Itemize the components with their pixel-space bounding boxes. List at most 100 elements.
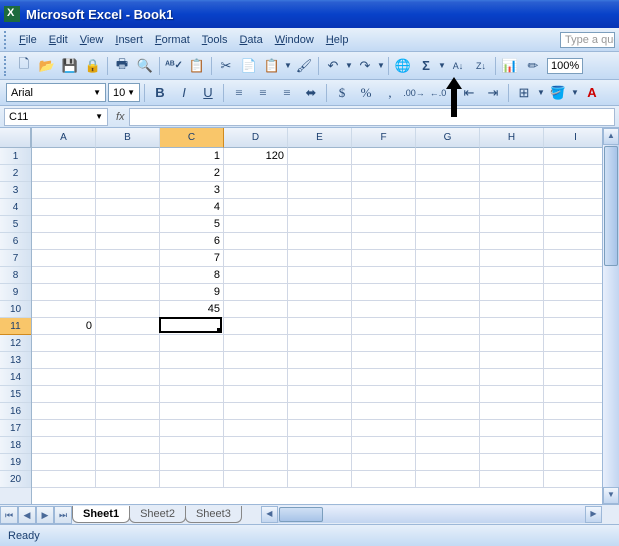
drawing-button[interactable]: ✏ — [522, 55, 544, 77]
scroll-left-button[interactable]: ◀ — [261, 506, 278, 523]
cell-I10[interactable] — [544, 301, 602, 318]
col-header-E[interactable]: E — [288, 128, 352, 148]
font-color-button[interactable]: A — [581, 82, 603, 104]
cell-C2[interactable]: 2 — [160, 165, 224, 182]
cell-I6[interactable] — [544, 233, 602, 250]
borders-dropdown[interactable]: ▼ — [537, 88, 545, 97]
cell-D1[interactable]: 120 — [224, 148, 288, 165]
cell-I5[interactable] — [544, 216, 602, 233]
cell-B10[interactable] — [96, 301, 160, 318]
col-header-A[interactable]: A — [32, 128, 96, 148]
scroll-down-button[interactable]: ▼ — [603, 487, 619, 504]
cell-B16[interactable] — [96, 403, 160, 420]
name-box[interactable]: C11▼ — [4, 108, 108, 126]
cell-A17[interactable] — [32, 420, 96, 437]
cell-B7[interactable] — [96, 250, 160, 267]
cell-H3[interactable] — [480, 182, 544, 199]
cell-B11[interactable] — [96, 318, 160, 335]
cell-H16[interactable] — [480, 403, 544, 420]
scroll-right-button[interactable]: ▶ — [585, 506, 602, 523]
cell-B6[interactable] — [96, 233, 160, 250]
row-header-14[interactable]: 14 — [0, 369, 31, 386]
cell-G17[interactable] — [416, 420, 480, 437]
sheet-tab-sheet3[interactable]: Sheet3 — [185, 506, 242, 523]
cell-A3[interactable] — [32, 182, 96, 199]
cell-A14[interactable] — [32, 369, 96, 386]
row-header-17[interactable]: 17 — [0, 420, 31, 437]
cell-G4[interactable] — [416, 199, 480, 216]
cell-D3[interactable] — [224, 182, 288, 199]
row-header-8[interactable]: 8 — [0, 267, 31, 284]
cell-A18[interactable] — [32, 437, 96, 454]
last-sheet-button[interactable]: ⏭ — [54, 506, 72, 524]
increase-indent-button[interactable]: ⇥ — [482, 82, 504, 104]
cell-D16[interactable] — [224, 403, 288, 420]
cell-B1[interactable] — [96, 148, 160, 165]
row-header-7[interactable]: 7 — [0, 250, 31, 267]
sheet-tab-sheet1[interactable]: Sheet1 — [72, 506, 130, 523]
cell-C3[interactable]: 3 — [160, 182, 224, 199]
cell-H5[interactable] — [480, 216, 544, 233]
new-button[interactable]: 🗋 — [13, 55, 35, 77]
cell-H18[interactable] — [480, 437, 544, 454]
cell-F1[interactable] — [352, 148, 416, 165]
cell-E8[interactable] — [288, 267, 352, 284]
cell-B17[interactable] — [96, 420, 160, 437]
decrease-indent-button[interactable]: ⇤ — [458, 82, 480, 104]
cell-G8[interactable] — [416, 267, 480, 284]
row-header-2[interactable]: 2 — [0, 165, 31, 182]
sort-desc-button[interactable]: Z↓ — [470, 55, 492, 77]
undo-dropdown[interactable]: ▼ — [345, 61, 353, 70]
cell-F15[interactable] — [352, 386, 416, 403]
fx-icon[interactable]: fx — [112, 111, 129, 123]
cell-F16[interactable] — [352, 403, 416, 420]
cell-B12[interactable] — [96, 335, 160, 352]
cell-I2[interactable] — [544, 165, 602, 182]
cell-E17[interactable] — [288, 420, 352, 437]
cell-I19[interactable] — [544, 454, 602, 471]
zoom-input[interactable]: 100% — [547, 58, 583, 74]
cell-A7[interactable] — [32, 250, 96, 267]
menu-help[interactable]: Help — [320, 31, 355, 49]
cell-E11[interactable] — [288, 318, 352, 335]
cell-B9[interactable] — [96, 284, 160, 301]
cell-A12[interactable] — [32, 335, 96, 352]
hyperlink-button[interactable]: 🌐 — [392, 55, 414, 77]
bold-button[interactable]: B — [149, 82, 171, 104]
cell-B15[interactable] — [96, 386, 160, 403]
print-button[interactable]: 🖶 — [111, 55, 133, 77]
borders-button[interactable]: ⊞ — [513, 82, 535, 104]
col-header-F[interactable]: F — [352, 128, 416, 148]
row-header-9[interactable]: 9 — [0, 284, 31, 301]
cell-D14[interactable] — [224, 369, 288, 386]
col-header-H[interactable]: H — [480, 128, 544, 148]
cell-H19[interactable] — [480, 454, 544, 471]
cell-F19[interactable] — [352, 454, 416, 471]
cell-I13[interactable] — [544, 352, 602, 369]
cell-C12[interactable] — [160, 335, 224, 352]
cell-H1[interactable] — [480, 148, 544, 165]
cell-C17[interactable] — [160, 420, 224, 437]
cell-F13[interactable] — [352, 352, 416, 369]
cell-I18[interactable] — [544, 437, 602, 454]
cell-G15[interactable] — [416, 386, 480, 403]
research-button[interactable]: 📋 — [186, 55, 208, 77]
cell-C8[interactable]: 8 — [160, 267, 224, 284]
cell-E19[interactable] — [288, 454, 352, 471]
cell-G20[interactable] — [416, 471, 480, 488]
cell-I20[interactable] — [544, 471, 602, 488]
col-header-B[interactable]: B — [96, 128, 160, 148]
merge-center-button[interactable]: ⬌ — [300, 82, 322, 104]
cell-A2[interactable] — [32, 165, 96, 182]
row-header-20[interactable]: 20 — [0, 471, 31, 488]
italic-button[interactable]: I — [173, 82, 195, 104]
cell-D7[interactable] — [224, 250, 288, 267]
row-header-16[interactable]: 16 — [0, 403, 31, 420]
format-painter-button[interactable]: 🖌 — [293, 55, 315, 77]
cell-A10[interactable] — [32, 301, 96, 318]
cell-C15[interactable] — [160, 386, 224, 403]
cell-F11[interactable] — [352, 318, 416, 335]
cell-F3[interactable] — [352, 182, 416, 199]
cell-E14[interactable] — [288, 369, 352, 386]
cell-C5[interactable]: 5 — [160, 216, 224, 233]
